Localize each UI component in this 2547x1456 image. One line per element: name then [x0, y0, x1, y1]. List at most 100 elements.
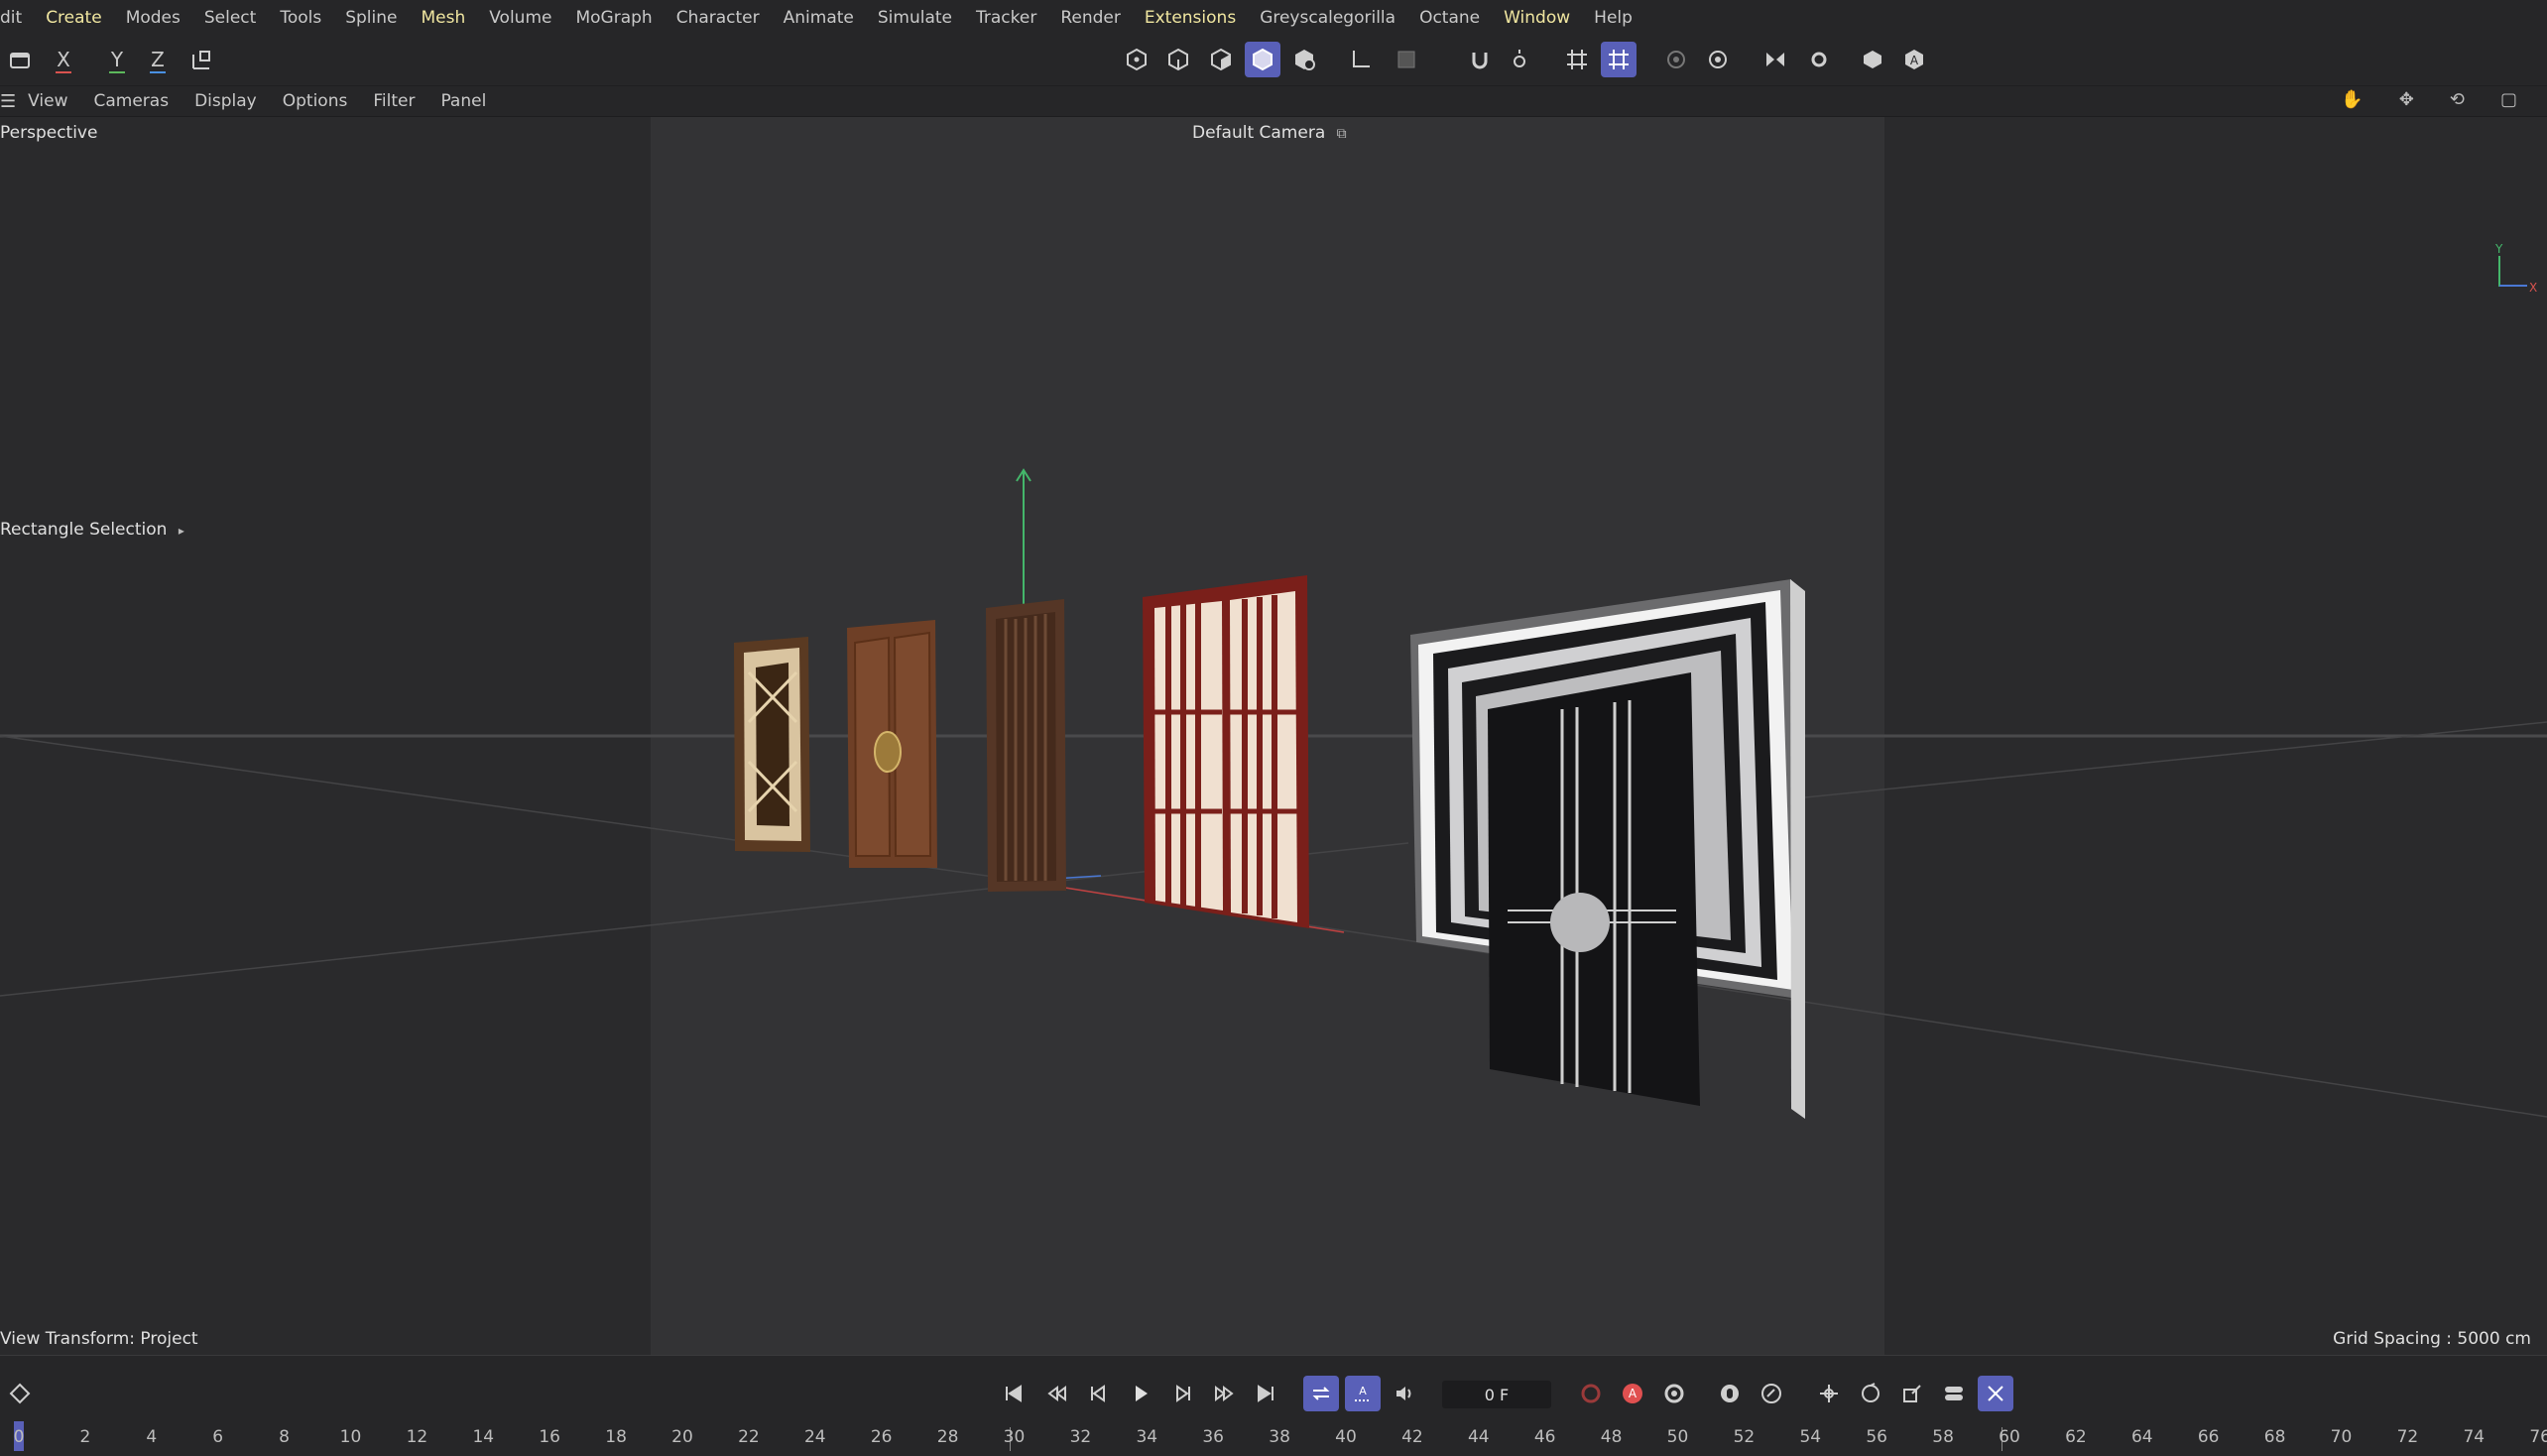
menu-tracker[interactable]: Tracker	[976, 8, 1036, 28]
current-frame-field[interactable]: 0 F	[1442, 1381, 1551, 1408]
panel-menu[interactable]: Panel	[440, 91, 486, 111]
snap-settings-icon[interactable]	[1502, 42, 1537, 77]
display-menu[interactable]: Display	[194, 91, 257, 111]
timeline-tick: 28	[936, 1427, 959, 1447]
points-mode-icon[interactable]	[1119, 42, 1154, 77]
menu-mograph[interactable]: MoGraph	[575, 8, 652, 28]
octane-plugin-icon[interactable]	[1758, 42, 1793, 77]
greyscalegorilla-icon[interactable]	[1855, 42, 1890, 77]
menu-greyscalegorilla[interactable]: Greyscalegorilla	[1260, 8, 1395, 28]
previous-key-icon[interactable]	[1039, 1376, 1075, 1411]
menu-spline[interactable]: Spline	[345, 8, 397, 28]
timeline-tick: 60	[1999, 1427, 2020, 1447]
menu-simulate[interactable]: Simulate	[878, 8, 952, 28]
plugin-settings-icon[interactable]	[1801, 42, 1837, 77]
undo-view-icon[interactable]	[2, 42, 38, 77]
menu-window[interactable]: Window	[1504, 8, 1570, 28]
menu-octane[interactable]: Octane	[1419, 8, 1480, 28]
timeline-tick: 42	[1401, 1427, 1423, 1447]
keyframe-selection-icon[interactable]	[1712, 1376, 1748, 1411]
camera-menu-icon[interactable]: ⧉	[1337, 126, 1347, 142]
active-tool-label[interactable]: Rectangle Selection ▸	[0, 520, 184, 540]
menu-help[interactable]: Help	[1594, 8, 1633, 28]
timeline-tick: 12	[406, 1427, 428, 1447]
rotate-view-icon[interactable]: ⟲	[2450, 89, 2465, 110]
go-to-end-icon[interactable]	[1248, 1376, 1283, 1411]
autodesk-icon[interactable]: A	[1896, 42, 1932, 77]
go-to-start-icon[interactable]	[996, 1376, 1031, 1411]
rotation-track-icon[interactable]	[1853, 1376, 1888, 1411]
previous-frame-icon[interactable]	[1081, 1376, 1117, 1411]
menu-character[interactable]: Character	[676, 8, 760, 28]
menu-mesh[interactable]: Mesh	[421, 8, 465, 28]
grid-snap-icon[interactable]	[1559, 42, 1595, 77]
z-axis-label: Z	[151, 48, 165, 71]
record-icon[interactable]	[1573, 1376, 1609, 1411]
parameter-track-icon[interactable]	[1936, 1376, 1972, 1411]
options-menu[interactable]: Options	[283, 91, 348, 111]
menu-tools[interactable]: Tools	[280, 8, 321, 28]
dolly-view-icon[interactable]: ✥	[2399, 89, 2414, 110]
point-level-animation-icon[interactable]	[1978, 1376, 2013, 1411]
3d-viewport[interactable]: Y X Perspective Default Camera ⧉ Rectang…	[0, 117, 2547, 1355]
motion-record-icon[interactable]	[1754, 1376, 1789, 1411]
menu-create[interactable]: Create	[46, 8, 102, 28]
position-track-icon[interactable]	[1811, 1376, 1847, 1411]
snap-magnet-icon[interactable]	[1462, 42, 1498, 77]
timeline-panel: A 0 F A 0 2 4 6 8 10 12 14 16 18 20 22 24 26 28 30 32 34 3…	[0, 1355, 2547, 1456]
coordinate-system-icon[interactable]	[184, 42, 220, 77]
workplane-snap-icon[interactable]	[1601, 42, 1637, 77]
timeline-tick: 38	[1269, 1427, 1290, 1447]
next-frame-icon[interactable]	[1164, 1376, 1200, 1411]
filter-menu[interactable]: Filter	[373, 91, 415, 111]
cameras-menu[interactable]: Cameras	[93, 91, 169, 111]
render-region-icon[interactable]	[1658, 42, 1694, 77]
main-toolbar: X Y Z A	[0, 36, 2547, 85]
viewport-menu-icon[interactable]: ☰	[0, 91, 16, 112]
timeline-tick: 8	[279, 1427, 291, 1447]
timeline-tick: 40	[1335, 1427, 1357, 1447]
timeline-tick: 44	[1467, 1427, 1490, 1447]
active-tool-name: Rectangle Selection	[0, 520, 168, 540]
x-axis-toggle[interactable]: X	[46, 42, 81, 77]
scale-track-icon[interactable]	[1894, 1376, 1930, 1411]
loop-icon[interactable]	[1303, 1376, 1339, 1411]
menu-select[interactable]: Select	[204, 8, 256, 28]
menu-extensions[interactable]: Extensions	[1145, 8, 1236, 28]
timeline-tick: 30	[1003, 1427, 1026, 1447]
edges-mode-icon[interactable]	[1160, 42, 1196, 77]
svg-text:Y: Y	[2494, 242, 2503, 256]
timeline-tick: 2	[79, 1427, 91, 1447]
menu-dit[interactable]: dit	[0, 8, 22, 28]
y-axis-toggle[interactable]: Y	[99, 42, 135, 77]
z-axis-toggle[interactable]: Z	[140, 42, 176, 77]
menu-render[interactable]: Render	[1060, 8, 1121, 28]
pan-view-icon[interactable]: ✋	[2341, 89, 2363, 110]
main-menubar: dit Create Modes Select Tools Spline Mesh Volum…	[0, 0, 2547, 36]
camera-label[interactable]: Default Camera ⧉	[1192, 123, 1347, 143]
keyframe-icon[interactable]	[2, 1376, 38, 1411]
view-transform-label: View Transform: Project	[0, 1329, 198, 1349]
sound-icon[interactable]	[1387, 1376, 1422, 1411]
view-menu[interactable]: View	[28, 91, 67, 111]
menu-modes[interactable]: Modes	[126, 8, 181, 28]
autokey-record-icon[interactable]: A	[1615, 1376, 1650, 1411]
next-key-icon[interactable]	[1206, 1376, 1242, 1411]
auto-key-mode-icon[interactable]: A	[1345, 1376, 1381, 1411]
timeline-tick: 6	[212, 1427, 224, 1447]
axis-mode-icon[interactable]	[1343, 42, 1379, 77]
tool-options-icon[interactable]: ▸	[179, 524, 184, 538]
maximize-view-icon[interactable]: ▢	[2500, 89, 2517, 110]
menu-volume[interactable]: Volume	[489, 8, 551, 28]
model-mode-icon[interactable]	[1245, 42, 1280, 77]
timeline-ruler[interactable]: 0 2 4 6 8 10 12 14 16 18 20 22 24 26 28 30 32 34 36 38 40 42 4…	[0, 1417, 2547, 1456]
timeline-tick: 24	[803, 1427, 826, 1447]
record-settings-icon[interactable]	[1656, 1376, 1692, 1411]
menu-animate[interactable]: Animate	[784, 8, 854, 28]
solo-mode-icon[interactable]	[1389, 42, 1424, 77]
render-settings-icon[interactable]	[1700, 42, 1736, 77]
play-icon[interactable]	[1123, 1376, 1158, 1411]
timeline-tick: 34	[1136, 1427, 1158, 1447]
polygons-mode-icon[interactable]	[1203, 42, 1239, 77]
texture-mode-icon[interactable]	[1286, 42, 1322, 77]
